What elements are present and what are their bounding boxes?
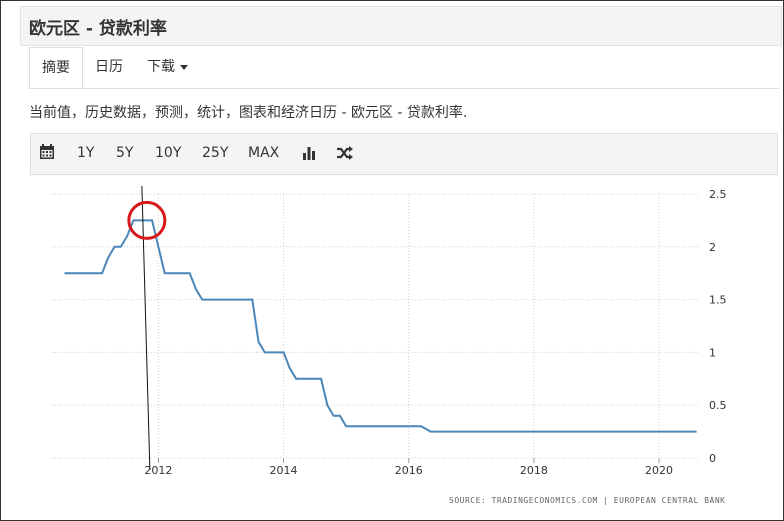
y-tick-label: 0.5 [709,399,727,412]
x-tick-label: 2016 [395,464,423,477]
loan-rate-chart: 0 0.5 1 1.5 2 2.5 2012 2014 2016 2018 2020 SOURCE:… [52,185,727,505]
chart-ticks: 0 0.5 1 1.5 2 2.5 2012 2014 2016 2018 2020 [144,188,726,477]
chart-series [64,185,697,471]
marker-line [141,185,151,471]
y-tick-label: 2.5 [709,188,727,201]
series-line [64,219,697,433]
chart-grid [52,193,700,463]
y-tick-label: 1 [709,346,716,359]
x-tick-label: 2020 [645,464,673,477]
chart-source: SOURCE: TRADINGECONOMICS.COM | EUROPEAN … [449,496,725,505]
x-tick-label: 2018 [520,464,548,477]
x-tick-label: 2014 [270,464,298,477]
x-tick-label: 2012 [144,464,172,477]
y-tick-label: 2 [709,241,716,254]
y-tick-label: 0 [709,452,716,465]
y-tick-label: 1.5 [709,294,727,307]
